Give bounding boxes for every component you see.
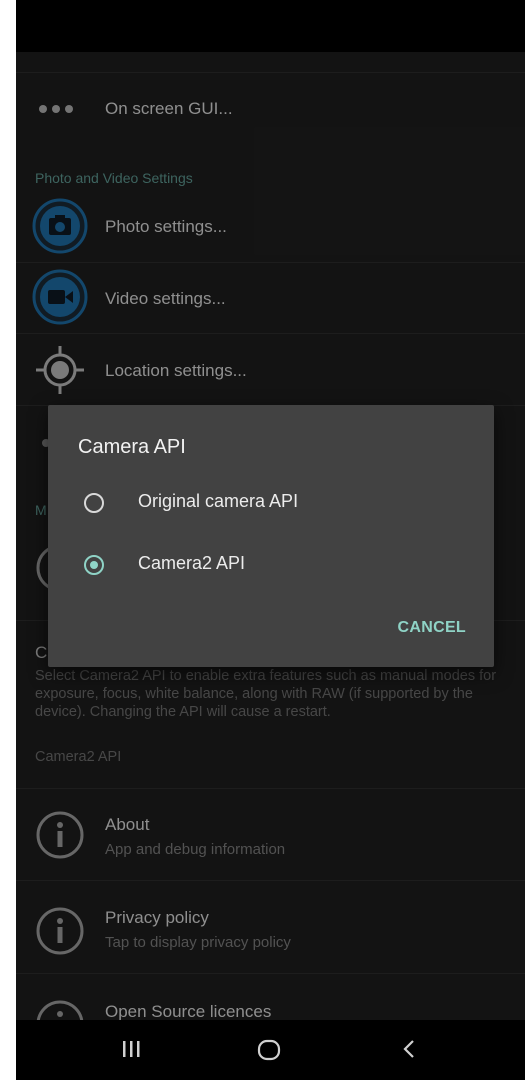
recents-icon[interactable]	[120, 1038, 142, 1065]
radio-unchecked-icon[interactable]	[84, 493, 104, 513]
camera-api-dialog: Camera API Original camera API Camera2 A…	[48, 405, 494, 667]
radio-checked-icon[interactable]	[84, 555, 104, 575]
dialog-title: Camera API	[78, 436, 186, 458]
option-original-camera-api[interactable]: Original camera API	[48, 477, 494, 527]
option-label: Original camera API	[138, 491, 299, 511]
navigation-bar	[16, 1020, 525, 1080]
radio-dot	[90, 561, 98, 569]
back-icon[interactable]	[399, 1038, 421, 1065]
home-icon[interactable]	[257, 1038, 281, 1067]
option-camera2-api[interactable]: Camera2 API	[48, 539, 494, 589]
phone-screen: On screen GUI... Photo and Video Setting…	[16, 0, 525, 1080]
cancel-button[interactable]: CANCEL	[398, 619, 466, 637]
option-label: Camera2 API	[138, 553, 246, 573]
